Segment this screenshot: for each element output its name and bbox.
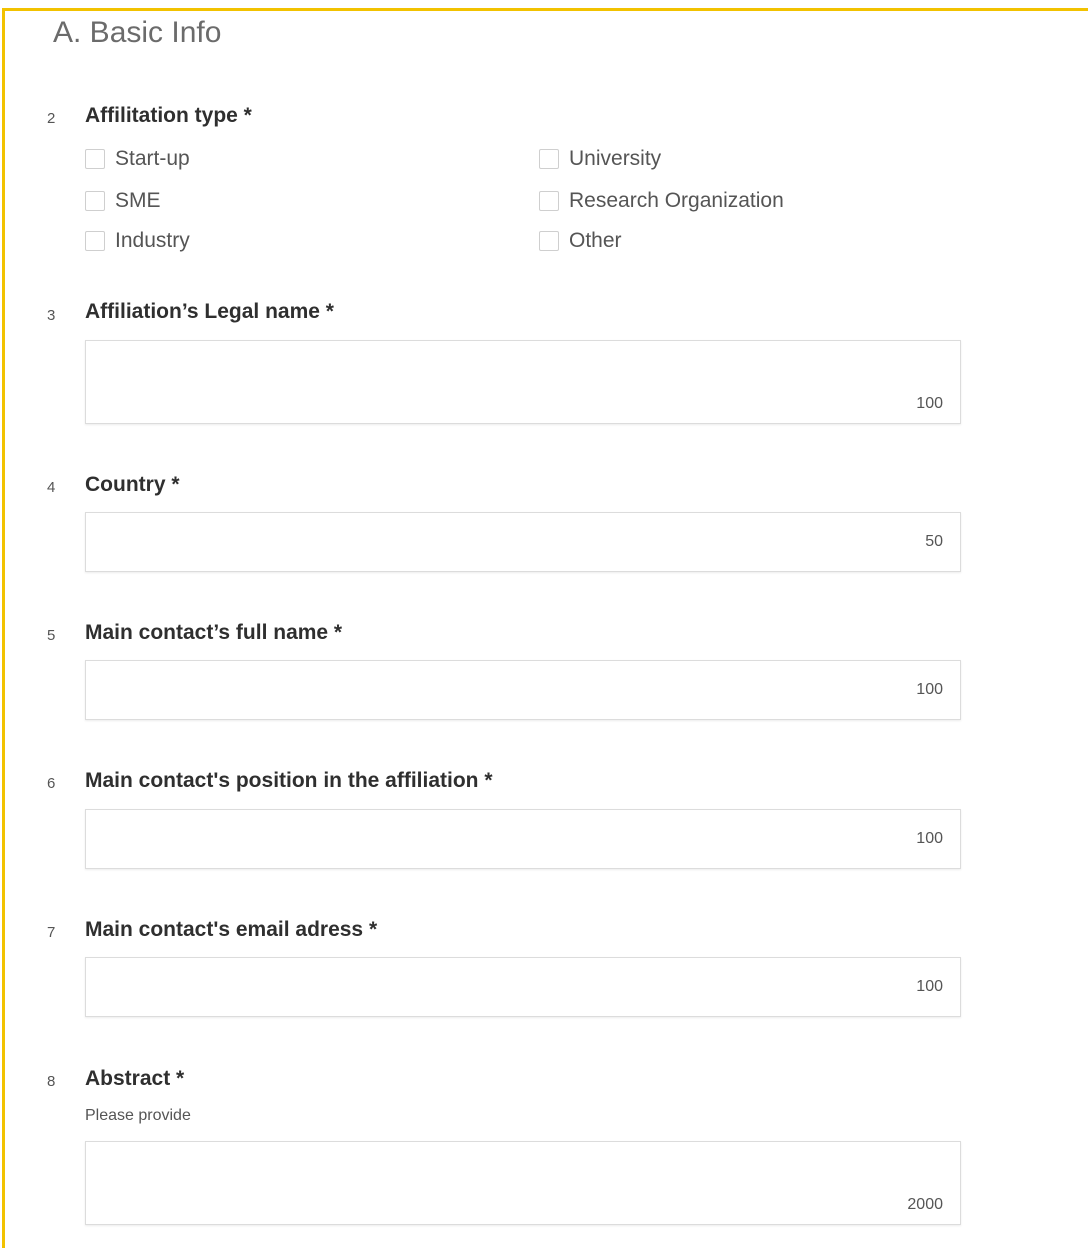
option-sme[interactable]: SME	[85, 189, 161, 213]
option-research-organization[interactable]: Research Organization	[539, 189, 784, 213]
abstract-field[interactable]: 2000	[85, 1141, 961, 1225]
abstract-label: Abstract *	[85, 1067, 185, 1090]
question-number: 6	[47, 775, 56, 792]
full-name-label: Main contact’s full name *	[85, 621, 343, 644]
checkbox-sme[interactable]	[85, 191, 105, 211]
option-university[interactable]: University	[539, 147, 661, 171]
option-label: SME	[115, 189, 161, 212]
option-other[interactable]: Other	[539, 229, 622, 253]
option-label: Research Organization	[569, 189, 784, 212]
char-counter: 2000	[907, 1196, 943, 1213]
question-number: 8	[47, 1073, 56, 1090]
section-title: A. Basic Info	[53, 16, 222, 49]
option-label: Other	[569, 229, 622, 252]
abstract-hint: Please provide	[85, 1107, 191, 1124]
affiliation-type-label: Affilitation type *	[85, 104, 252, 127]
question-number: 2	[47, 110, 56, 127]
full-name-field[interactable]: 100	[85, 660, 961, 720]
option-industry[interactable]: Industry	[85, 229, 190, 253]
email-field[interactable]: 100	[85, 957, 961, 1017]
question-number: 7	[47, 924, 56, 941]
question-number: 4	[47, 479, 56, 496]
checkbox-industry[interactable]	[85, 231, 105, 251]
option-label: University	[569, 147, 662, 170]
checkbox-other[interactable]	[539, 231, 559, 251]
option-label: Start-up	[115, 147, 190, 170]
country-field[interactable]: 50	[85, 512, 961, 572]
char-counter: 100	[916, 830, 943, 847]
char-counter: 50	[925, 533, 943, 550]
question-number: 5	[47, 627, 56, 644]
checkbox-start-up[interactable]	[85, 149, 105, 169]
email-label: Main contact's email adress *	[85, 918, 378, 941]
char-counter: 100	[916, 681, 943, 698]
checkbox-university[interactable]	[539, 149, 559, 169]
legal-name-field[interactable]: 100	[85, 340, 961, 424]
legal-name-label: Affiliation’s Legal name *	[85, 300, 334, 323]
checkbox-research-organization[interactable]	[539, 191, 559, 211]
option-start-up[interactable]: Start-up	[85, 147, 190, 171]
country-label: Country *	[85, 473, 180, 496]
char-counter: 100	[916, 395, 943, 412]
char-counter: 100	[916, 978, 943, 995]
position-field[interactable]: 100	[85, 809, 961, 869]
position-label: Main contact's position in the affiliati…	[85, 769, 493, 792]
option-label: Industry	[115, 229, 190, 252]
question-number: 3	[47, 307, 56, 324]
